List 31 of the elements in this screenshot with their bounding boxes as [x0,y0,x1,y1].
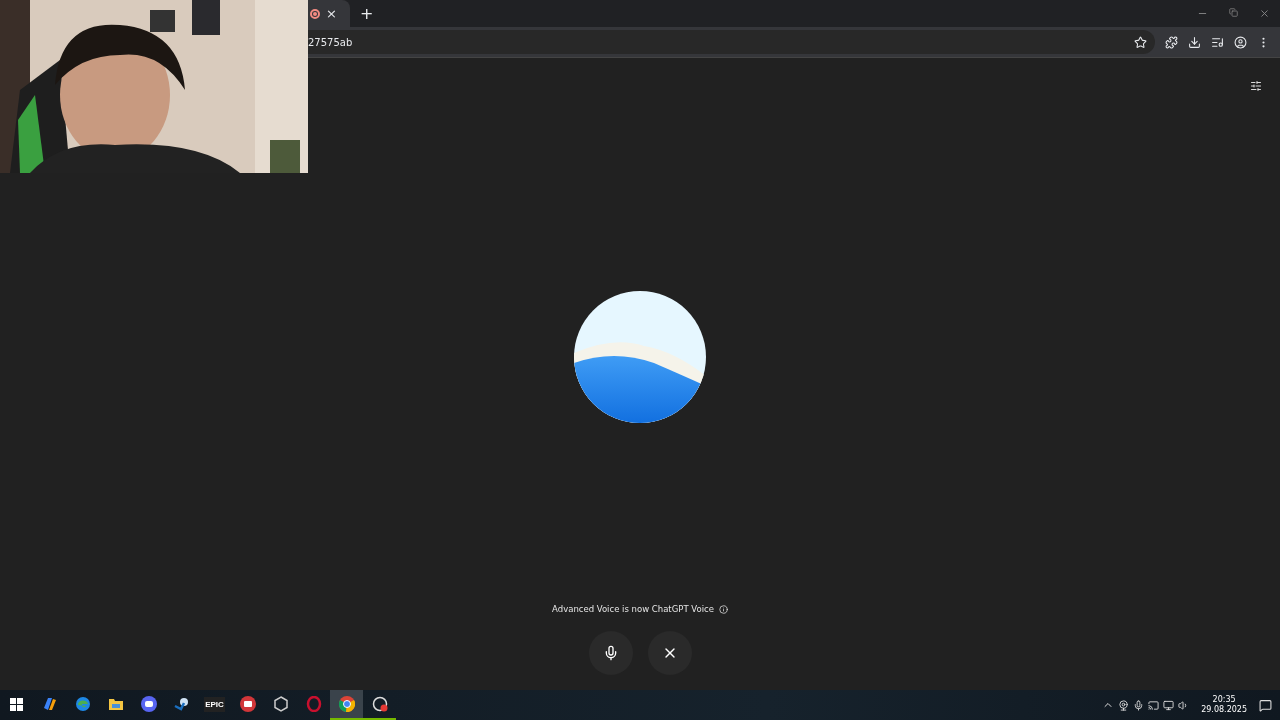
microphone-button[interactable] [588,631,633,675]
ring-icon [305,696,322,712]
epic-logo: EPIC [204,696,225,712]
info-icon[interactable] [718,604,728,614]
close-tab-icon[interactable]: × [326,6,337,21]
browser-tab[interactable]: × [308,0,350,27]
profile-icon[interactable] [1234,35,1247,49]
download-icon[interactable] [1188,35,1201,49]
address-bar[interactable]: 27575ab [308,30,1155,54]
notice-text: Advanced Voice is now ChatGPT Voice [552,604,714,614]
hexagon-icon [272,696,289,712]
extensions-icon[interactable] [1165,35,1178,49]
windows-icon [10,697,23,711]
close-button[interactable] [647,631,692,675]
microphone-icon[interactable] [1133,699,1145,711]
settings-icon[interactable] [1250,80,1262,92]
wave-circle-icon [74,696,91,712]
folder-icon [107,696,124,712]
notifications-icon[interactable] [1259,698,1272,712]
recorder-icon [371,696,388,712]
screen-icon[interactable] [1148,699,1160,711]
bookmark-star-icon[interactable] [1134,35,1147,49]
network-icon[interactable] [1163,699,1175,711]
clock[interactable]: 20:35 29.08.2025 [1201,695,1247,715]
webcam-icon[interactable] [1118,699,1130,711]
new-tab-button[interactable]: + [360,4,374,23]
close-icon[interactable] [1259,8,1270,19]
chrome-icon [338,696,355,712]
media-icon[interactable] [1211,35,1224,49]
taskbar-app[interactable]: EPIC [198,690,231,720]
url-text: 27575ab [308,36,353,48]
